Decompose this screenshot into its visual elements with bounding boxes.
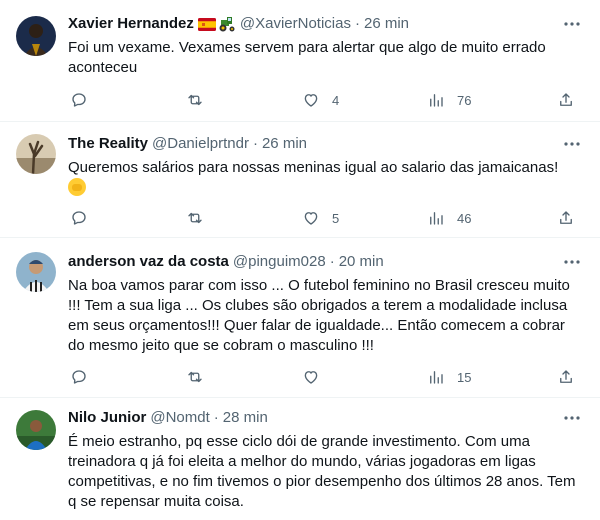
like-button[interactable]	[302, 367, 332, 387]
tweet[interactable]: Xavier Hernandez @XavierNoticias · 26 mi…	[0, 0, 600, 122]
action-bar: 15	[60, 367, 590, 387]
retweet-icon	[188, 212, 202, 224]
like-button[interactable]: 5	[302, 208, 339, 228]
reply-button[interactable]	[70, 367, 88, 387]
separator: ·	[329, 253, 335, 270]
heart-icon	[304, 212, 318, 225]
author-handle[interactable]: @XavierNoticias	[240, 14, 351, 34]
more-options-icon[interactable]	[562, 134, 582, 154]
share-icon	[560, 370, 572, 383]
like-button[interactable]: 4	[302, 90, 339, 110]
tweet-text: Queremos salários para nossas meninas ig…	[68, 159, 559, 176]
views-count: 15	[457, 369, 472, 385]
tweet[interactable]: Nilo Junior @Nomdt · 28 min É meio estra…	[0, 398, 600, 520]
timestamp[interactable]: 20 min	[339, 252, 384, 272]
heart-icon	[304, 94, 318, 107]
spain-flag-icon	[197, 17, 216, 31]
views-chart-icon	[430, 371, 443, 384]
reply-button[interactable]	[70, 90, 88, 110]
timestamp[interactable]: 26 min	[364, 14, 409, 34]
avatar[interactable]	[16, 410, 56, 450]
retweet-icon	[188, 94, 202, 106]
author-name[interactable]: Xavier Hernandez	[68, 14, 194, 34]
author-handle[interactable]: @Nomdt	[150, 408, 209, 428]
retweet-button[interactable]	[186, 367, 204, 387]
tweet-text: Na boa vamos parar com isso ... O futebo…	[68, 277, 570, 354]
reply-button[interactable]	[70, 208, 88, 228]
tweet[interactable]: The Reality @Danielprtndr · 26 min Quere…	[0, 122, 600, 238]
views-button[interactable]: 76	[427, 90, 471, 110]
more-options-icon[interactable]	[562, 14, 582, 34]
separator: ·	[213, 409, 219, 426]
author-name[interactable]: anderson vaz da costa	[68, 252, 229, 272]
timestamp[interactable]: 26 min	[262, 134, 307, 154]
heart-icon	[304, 371, 318, 384]
retweet-button[interactable]	[186, 208, 204, 228]
reply-icon	[72, 370, 86, 384]
views-button[interactable]: 46	[427, 208, 471, 228]
author-handle[interactable]: @pinguim028	[233, 252, 326, 272]
share-button[interactable]	[557, 367, 575, 387]
separator: ·	[252, 135, 258, 152]
fist-emoji-icon	[68, 178, 86, 196]
share-button[interactable]	[557, 208, 575, 228]
tractor-icon	[219, 17, 235, 32]
separator: ·	[354, 15, 360, 32]
retweet-button[interactable]	[186, 90, 204, 110]
timestamp[interactable]: 28 min	[223, 408, 268, 428]
more-options-icon[interactable]	[562, 252, 582, 272]
more-options-icon[interactable]	[562, 408, 582, 428]
views-chart-icon	[430, 94, 443, 107]
retweet-icon	[188, 371, 202, 383]
avatar[interactable]	[16, 16, 56, 56]
views-count: 46	[457, 210, 472, 226]
like-count: 5	[332, 210, 340, 226]
avatar[interactable]	[16, 252, 56, 292]
reply-icon	[72, 93, 86, 107]
tweet-text-block: Queremos salários para nossas meninas ig…	[68, 158, 583, 199]
action-bar: 5 46	[60, 208, 590, 228]
share-icon	[560, 211, 572, 224]
reply-feed: Xavier Hernandez @XavierNoticias · 26 mi…	[0, 0, 600, 520]
action-bar: 4 76	[60, 90, 590, 110]
tweet[interactable]: anderson vaz da costa @pinguim028 · 20 m…	[0, 238, 600, 398]
views-chart-icon	[430, 212, 443, 225]
views-count: 76	[457, 92, 472, 108]
author-name[interactable]: Nilo Junior	[68, 408, 146, 428]
like-count: 4	[332, 92, 340, 108]
share-button[interactable]	[557, 90, 575, 110]
share-icon	[560, 93, 572, 106]
views-button[interactable]: 15	[427, 367, 471, 387]
tweet-text: É meio estranho, pq esse ciclo dói de gr…	[68, 433, 576, 510]
reply-icon	[72, 211, 86, 225]
avatar[interactable]	[16, 134, 56, 174]
author-handle[interactable]: @Danielprtndr	[152, 134, 249, 154]
tweet-text: Foi um vexame. Vexames servem para alert…	[68, 39, 546, 76]
author-name[interactable]: The Reality	[68, 134, 148, 154]
